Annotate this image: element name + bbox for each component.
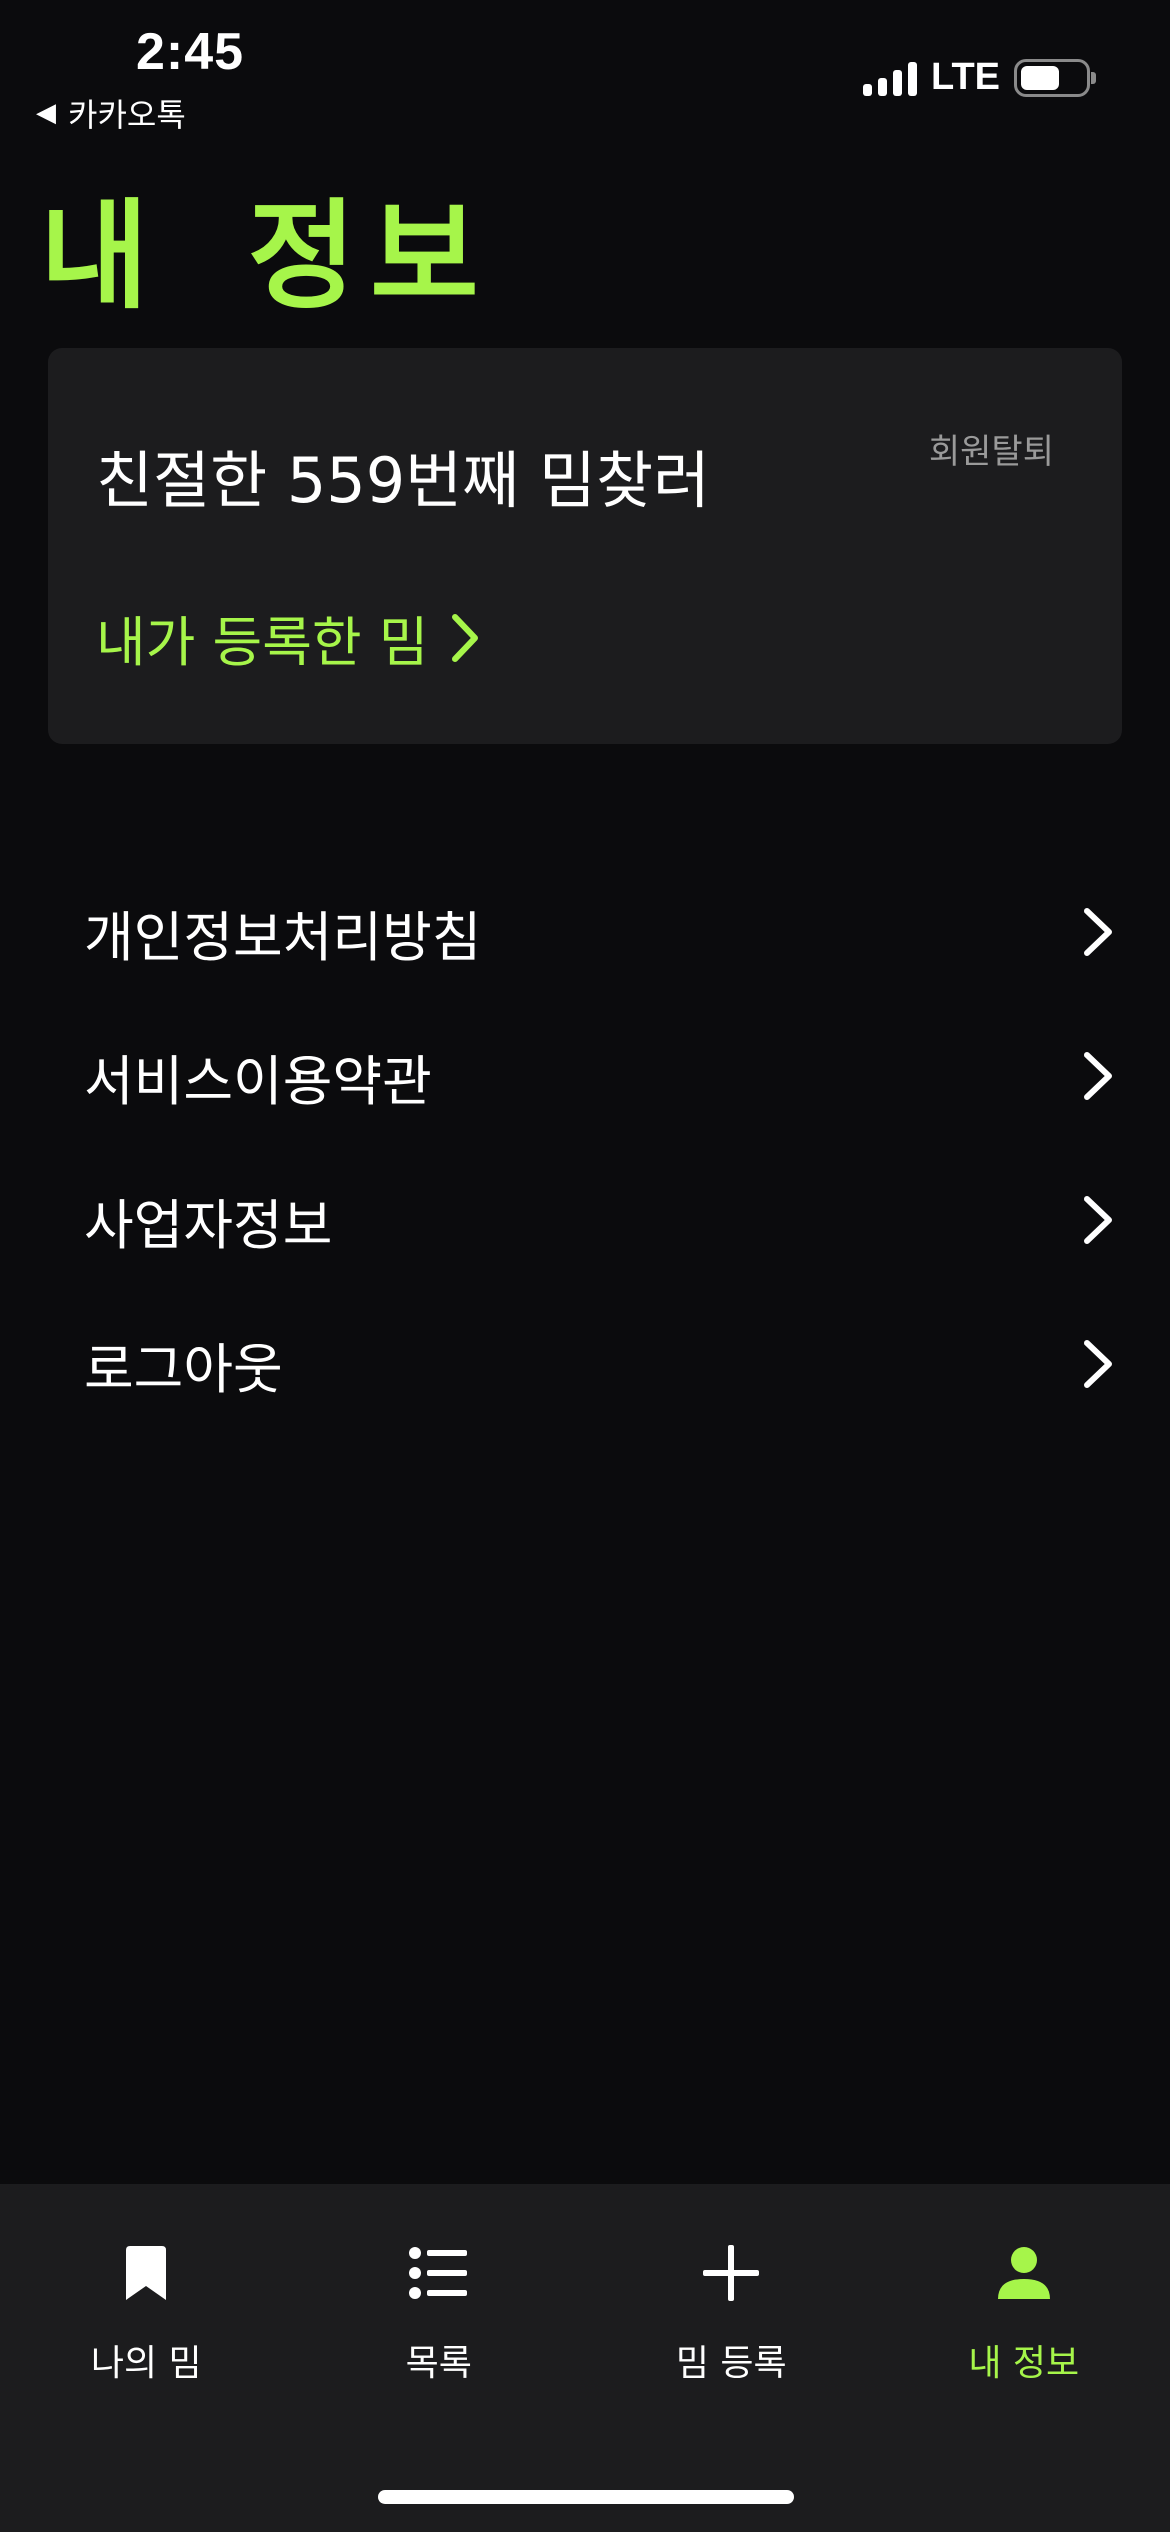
tab-list[interactable]: 목록 (293, 2184, 586, 2386)
chevron-right-icon (452, 613, 479, 662)
cellular-signal-icon (863, 60, 918, 96)
status-bar: 2:45 ◀ 카카오톡 LTE (0, 0, 1170, 140)
chevron-right-icon (1084, 1196, 1112, 1244)
menu-item-terms-of-service[interactable]: 서비스이용약관 (0, 1004, 1170, 1148)
chevron-right-icon (1084, 1340, 1112, 1388)
bottom-tab-bar: 나의 밈 목록 밈 등록 내 정보 (0, 2184, 1170, 2532)
network-type: LTE (931, 56, 1000, 98)
menu-item-logout[interactable]: 로그아웃 (0, 1292, 1170, 1436)
battery-icon (1014, 58, 1096, 97)
withdraw-button[interactable]: 회원탈퇴 (929, 424, 1054, 473)
tab-label: 내 정보 (968, 2343, 1080, 2384)
menu-item-label: 개인정보처리방침 (84, 905, 482, 969)
bookmark-icon (122, 2238, 170, 2308)
home-indicator[interactable] (378, 2490, 794, 2504)
back-to-app-button[interactable]: ◀ 카카오톡 (36, 90, 186, 136)
person-icon (996, 2238, 1052, 2308)
user-nickname: 친절한 559번째 밈찾러 (96, 444, 711, 517)
tab-register-meme[interactable]: 밈 등록 (585, 2184, 878, 2386)
tab-label: 밈 등록 (675, 2343, 787, 2384)
tab-my-memes[interactable]: 나의 밈 (0, 2184, 293, 2386)
page-title: 내 정보 (40, 187, 493, 325)
chevron-right-icon (1084, 908, 1112, 956)
status-indicators: LTE (863, 56, 1096, 99)
back-triangle-icon: ◀ (36, 98, 56, 128)
status-time: 2:45 (136, 23, 245, 81)
menu-item-business-info[interactable]: 사업자정보 (0, 1148, 1170, 1292)
tab-label: 목록 (405, 2343, 472, 2384)
profile-card: 친절한 559번째 밈찾러 회원탈퇴 내가 등록한 밈 (48, 348, 1122, 744)
tab-label: 나의 밈 (90, 2343, 202, 2384)
tab-my-info[interactable]: 내 정보 (878, 2184, 1170, 2386)
my-memes-label: 내가 등록한 밈 (96, 611, 429, 674)
back-app-label: 카카오톡 (68, 96, 186, 134)
my-memes-link[interactable]: 내가 등록한 밈 (96, 598, 480, 677)
menu-item-label: 로그아웃 (84, 1337, 283, 1401)
menu-item-privacy-policy[interactable]: 개인정보처리방침 (0, 860, 1170, 1004)
settings-menu: 개인정보처리방침 서비스이용약관 사업자정보 로그아웃 (0, 860, 1170, 1436)
menu-item-label: 사업자정보 (84, 1193, 333, 1257)
list-icon (408, 2238, 469, 2308)
menu-item-label: 서비스이용약관 (84, 1049, 432, 1113)
plus-icon (701, 2238, 761, 2308)
chevron-right-icon (1084, 1052, 1112, 1100)
